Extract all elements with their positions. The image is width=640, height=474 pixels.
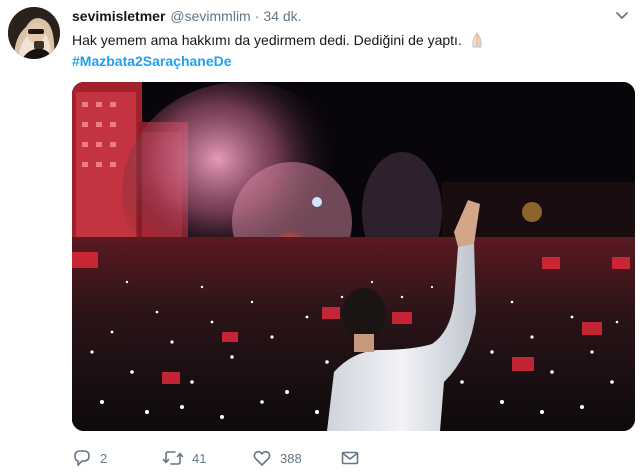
like-count: 388 bbox=[280, 450, 302, 466]
heart-icon bbox=[253, 450, 271, 466]
tweet-text-body: Hak yemem ama hakkımı da yedirmem dedi. … bbox=[72, 32, 462, 48]
direct-message-button[interactable] bbox=[340, 446, 360, 470]
reply-count: 2 bbox=[100, 450, 108, 466]
avatar-photo bbox=[8, 7, 60, 59]
tweet-text: Hak yemem ama hakkımı da yedirmem dedi. … bbox=[72, 31, 487, 49]
tweet-header: sevimisletmer @sevimmlim · 34 dk. bbox=[72, 8, 302, 26]
tweet-media-photo[interactable] bbox=[72, 82, 635, 431]
display-name[interactable]: sevimisletmer bbox=[72, 8, 165, 24]
chevron-down-icon[interactable] bbox=[614, 9, 630, 23]
retweet-count: 41 bbox=[192, 450, 207, 466]
separator-dot: · bbox=[254, 8, 260, 24]
avatar[interactable] bbox=[8, 7, 60, 59]
reply-button[interactable]: 2 bbox=[72, 446, 107, 470]
envelope-icon bbox=[341, 451, 359, 465]
user-handle[interactable]: @sevimmlim bbox=[170, 8, 250, 24]
like-button[interactable]: 388 bbox=[252, 446, 302, 470]
retweet-icon bbox=[162, 451, 184, 465]
reply-icon bbox=[74, 450, 90, 466]
folded-hands-emoji-icon bbox=[467, 31, 487, 49]
hashtag-link[interactable]: #Mazbata2SaraçhaneDe bbox=[72, 52, 232, 70]
crowd-photo bbox=[72, 82, 635, 431]
retweet-button[interactable]: 41 bbox=[162, 446, 206, 470]
timestamp[interactable]: 34 dk. bbox=[263, 8, 301, 24]
tweet: sevimisletmer @sevimmlim · 34 dk. Hak ye… bbox=[0, 0, 640, 474]
